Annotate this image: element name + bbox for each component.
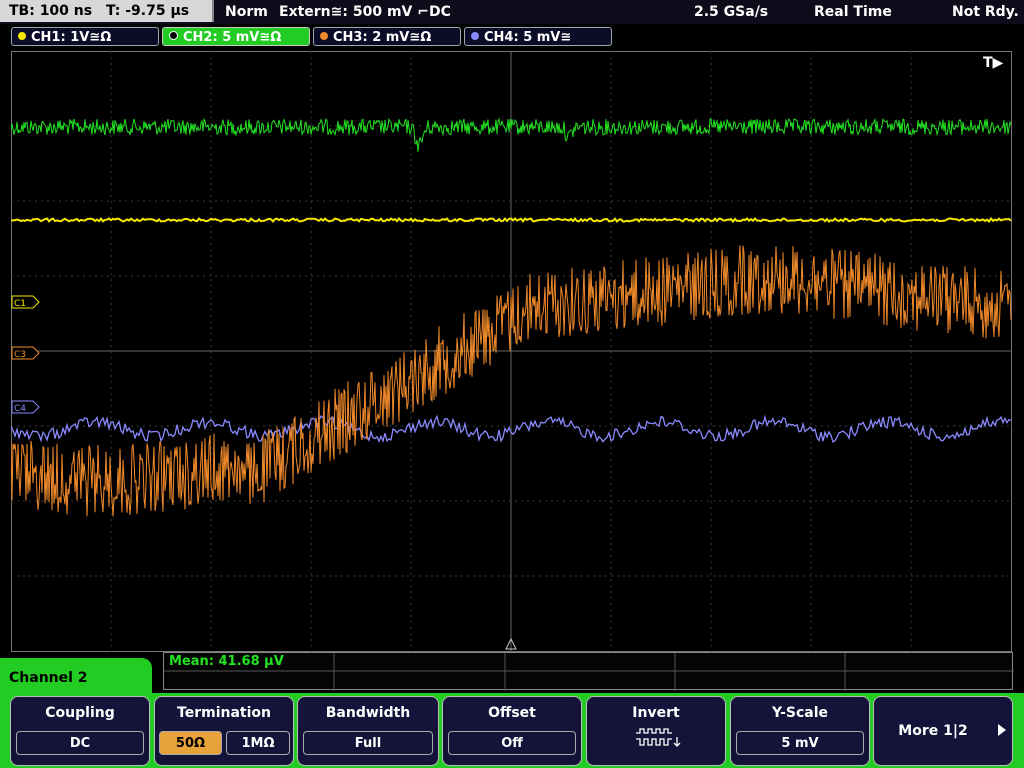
termination-softkey[interactable]: Termination 50Ω 1MΩ (154, 696, 294, 766)
more-label: More 1|2 (898, 723, 968, 739)
waveform-area: C1 C3 C4 T▶ (11, 51, 1012, 652)
more-arrow-icon (998, 724, 1006, 736)
ch4-marker-label: C4 (14, 404, 26, 414)
trigger-source[interactable]: Extern≅: 500 mV ⌐DC (279, 0, 451, 24)
invert-softkey[interactable]: Invert (586, 696, 726, 766)
ch3-dot-icon (320, 32, 328, 40)
grid-lines (11, 51, 1012, 652)
trigger-position-marker: T▶ (983, 55, 1004, 71)
coupling-softkey[interactable]: Coupling DC (10, 696, 150, 766)
offset-value[interactable]: Off (448, 731, 576, 755)
ch2-label: CH2: 5 mV≅Ω (183, 30, 282, 45)
ch1-label: CH1: 1V≅Ω (31, 30, 112, 45)
bandwidth-value[interactable]: Full (303, 731, 433, 755)
sample-rate: 2.5 GSa/s (694, 4, 769, 20)
ch1-marker-label: C1 (14, 299, 26, 309)
menu-title-text: Channel 2 (9, 670, 88, 686)
channel-tab-ch2[interactable]: CH2: 5 mV≅Ω (162, 27, 310, 46)
coupling-title: Coupling (45, 705, 115, 721)
bandwidth-softkey[interactable]: Bandwidth Full (297, 696, 439, 766)
ch4-label: CH4: 5 mV≅ (484, 30, 572, 45)
ch2-dot-icon (169, 31, 178, 40)
invert-title: Invert (632, 705, 680, 721)
termination-50ohm-option[interactable]: 50Ω (159, 731, 222, 755)
timebase-value: TB: 100 ns (9, 3, 93, 19)
measurement-bar (163, 652, 1014, 691)
ch3-marker-label: C3 (14, 350, 26, 360)
coupling-value[interactable]: DC (16, 731, 144, 755)
y-scale-title: Y-Scale (771, 705, 828, 721)
bandwidth-title: Bandwidth (325, 705, 411, 721)
more-softkey[interactable]: More 1|2 (873, 696, 1013, 766)
trigger-time-value: T: -9.75 µs (105, 3, 190, 19)
offset-softkey[interactable]: Offset Off (442, 696, 582, 766)
timebase-field[interactable]: TB: 100 ns T: -9.75 µs (0, 0, 214, 22)
ch4-level-marker[interactable]: C4 (11, 400, 40, 414)
ch1-dot-icon (18, 32, 26, 40)
invert-waveform-icon (636, 728, 681, 747)
ch1-level-marker[interactable]: C1 (11, 295, 40, 309)
termination-1mohm-option[interactable]: 1MΩ (226, 731, 290, 755)
acquisition-status: Not Rdy. (952, 4, 1019, 20)
ch3-level-marker[interactable]: C3 (11, 346, 40, 360)
channel-tab-ch1[interactable]: CH1: 1V≅Ω (11, 27, 159, 46)
y-scale-softkey[interactable]: Y-Scale 5 mV (730, 696, 870, 766)
ch4-dot-icon (471, 32, 479, 40)
offset-title: Offset (488, 705, 536, 721)
y-scale-value[interactable]: 5 mV (736, 731, 864, 755)
termination-title: Termination (177, 705, 271, 721)
acquisition-mode: Real Time (814, 4, 892, 20)
trigger-mode[interactable]: Norm (225, 0, 268, 24)
channel-tab-ch3[interactable]: CH3: 2 mV≅Ω (313, 27, 461, 46)
menu-title: Channel 2 (0, 658, 152, 698)
ch3-label: CH3: 2 mV≅Ω (333, 30, 432, 45)
mean-measurement: Mean: 41.68 µV (169, 654, 284, 669)
channel-tab-ch4[interactable]: CH4: 5 mV≅ (464, 27, 612, 46)
